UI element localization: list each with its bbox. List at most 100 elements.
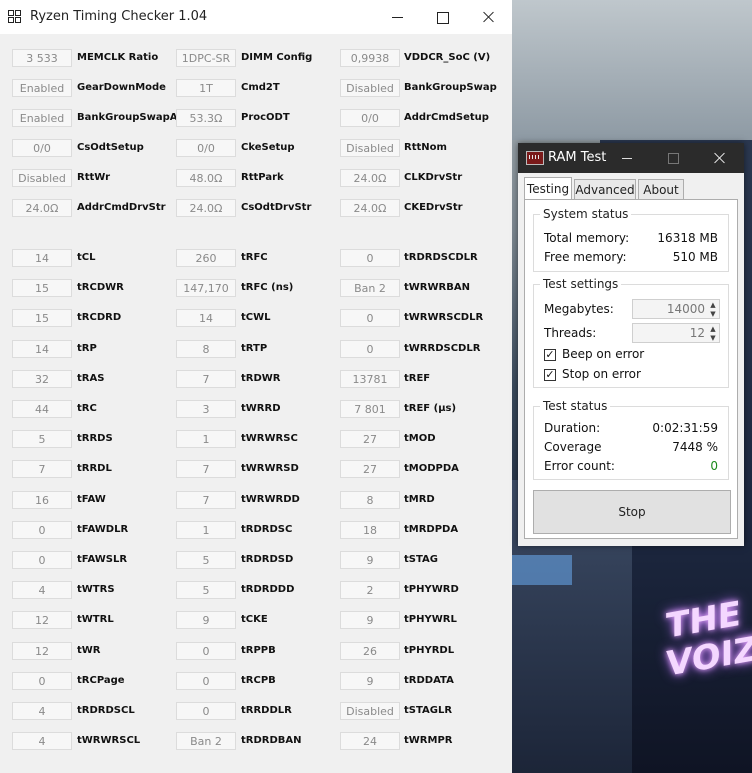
trrds-value-field[interactable]: 5 <box>12 430 72 449</box>
tmodpda-value-field[interactable]: 27 <box>340 460 400 479</box>
twrwrscdlr-value-field[interactable]: 0 <box>340 309 400 328</box>
coverage-label: Coverage <box>544 440 602 454</box>
tmod-value-field[interactable]: 27 <box>340 430 400 449</box>
title-bar[interactable]: Ryzen Timing Checker 1.04 <box>0 0 512 34</box>
bankgroupswapalt-value-field[interactable]: Enabled <box>12 109 72 127</box>
addrcmdsetup-value-field[interactable]: 0/0 <box>340 109 400 127</box>
twtrl-value-field[interactable]: 12 <box>12 611 72 630</box>
ram-maximize-button[interactable] <box>668 153 679 164</box>
tcke-value-field[interactable]: 9 <box>176 611 236 630</box>
csodtsetup-value-field[interactable]: 0/0 <box>12 139 72 157</box>
geardownmode-value-field[interactable]: Enabled <box>12 79 72 97</box>
twrwrsc-value-field[interactable]: 1 <box>176 430 236 449</box>
trtp-value-field[interactable]: 8 <box>176 339 236 358</box>
ram-minimize-button[interactable] <box>622 158 632 159</box>
trfc-ns-value-field[interactable]: 147,170 <box>176 279 236 298</box>
tphyrdl-value-field[interactable]: 26 <box>340 641 400 660</box>
bankgroupswap-value-field[interactable]: Disabled <box>340 79 400 97</box>
rttnom-value-field[interactable]: Disabled <box>340 139 400 157</box>
rttwr-value-field[interactable]: Disabled <box>12 169 72 187</box>
beep-on-error-checkbox[interactable]: ✓ <box>544 349 556 361</box>
cmd2t-value-field[interactable]: 1T <box>176 79 236 97</box>
twrwrban-value-field[interactable]: Ban 2 <box>340 279 400 298</box>
csodtdrvstr-value-field[interactable]: 24.0Ω <box>176 199 236 217</box>
trdrddd-value-field[interactable]: 5 <box>176 581 236 600</box>
twrmpr-value-field[interactable]: 24 <box>340 732 400 751</box>
trrdl-value-field[interactable]: 7 <box>12 460 72 479</box>
trc-value-field[interactable]: 44 <box>12 400 72 418</box>
trdrdscl-value-field[interactable]: 4 <box>12 702 72 720</box>
dimm-config-label: DIMM Config <box>241 52 313 63</box>
stop-button[interactable]: Stop <box>533 490 731 534</box>
tmrdpda-label: tMRDPDA <box>404 523 459 535</box>
tstaglr-value-field[interactable]: Disabled <box>340 702 400 720</box>
twr-value-field[interactable]: 12 <box>12 641 72 660</box>
beep-on-error-label[interactable]: Beep on error <box>562 347 644 361</box>
tcwl-value-field[interactable]: 14 <box>176 309 236 328</box>
tab-advanced[interactable]: Advanced <box>574 179 636 199</box>
twrwrscl-label: tWRWRSCL <box>77 735 141 747</box>
threads-input[interactable]: 12 ▲ ▼ <box>632 323 720 343</box>
tfawslr-value-field[interactable]: 0 <box>12 551 72 569</box>
ckesetup-value-field[interactable]: 0/0 <box>176 139 236 157</box>
twrrd-value-field[interactable]: 3 <box>176 400 236 418</box>
trcdrd-value-field[interactable]: 15 <box>12 309 72 328</box>
megabytes-input[interactable]: 14000 ▲ ▼ <box>632 299 720 319</box>
twrwrsd-value-field[interactable]: 7 <box>176 460 236 479</box>
trfc-value-field[interactable]: 260 <box>176 249 236 267</box>
stop-on-error-label[interactable]: Stop on error <box>562 367 641 381</box>
spin-up-icon[interactable]: ▲ <box>709 301 717 309</box>
trddata-value-field[interactable]: 9 <box>340 671 400 690</box>
tphywrl-value-field[interactable]: 9 <box>340 611 400 630</box>
twtrs-value-field[interactable]: 4 <box>12 581 72 600</box>
tfaw-value-field[interactable]: 16 <box>12 490 72 509</box>
maximize-button[interactable] <box>420 0 466 34</box>
spin-down-icon[interactable]: ▼ <box>709 334 717 342</box>
tras-value-field[interactable]: 32 <box>12 369 72 388</box>
trdrdsc-label: tRDRDSC <box>241 523 293 535</box>
twrwrscl-value-field[interactable]: 4 <box>12 732 72 751</box>
tab-testing[interactable]: Testing <box>524 177 572 199</box>
tstag-value-field[interactable]: 9 <box>340 551 400 569</box>
spin-up-icon[interactable]: ▲ <box>709 325 717 333</box>
minimize-button[interactable] <box>374 0 420 34</box>
trppb-value-field[interactable]: 0 <box>176 641 236 660</box>
twrrdscdlr-value-field[interactable]: 0 <box>340 339 400 358</box>
trdrdsc-value-field[interactable]: 1 <box>176 520 236 539</box>
rttpark-value-field[interactable]: 48.0Ω <box>176 169 236 187</box>
wallpaper-neon-light <box>512 555 572 585</box>
trcpb-value-field[interactable]: 0 <box>176 671 236 690</box>
trdrdban-label: tRDRDBAN <box>241 735 302 747</box>
trdwr-value-field[interactable]: 7 <box>176 369 236 388</box>
tfawdlr-value-field[interactable]: 0 <box>12 520 72 539</box>
tmrdpda-value-field[interactable]: 18 <box>340 520 400 539</box>
tmrd-value-field[interactable]: 8 <box>340 490 400 509</box>
trdrdban-value-field[interactable]: Ban 2 <box>176 732 236 751</box>
minimize-icon <box>392 17 403 18</box>
ram-test-title-bar[interactable]: RAM Test <box>518 143 744 173</box>
addrcmddrvstr-value-field[interactable]: 24.0Ω <box>12 199 72 217</box>
procodt-value-field[interactable]: 53.3Ω <box>176 109 236 127</box>
trdrdsd-value-field[interactable]: 5 <box>176 551 236 569</box>
trcpage-value-field[interactable]: 0 <box>12 671 72 690</box>
error-count-label: Error count: <box>544 459 615 473</box>
dimm-config-value-field[interactable]: 1DPC-SR <box>176 49 236 67</box>
twrwrdd-value-field[interactable]: 7 <box>176 490 236 509</box>
vddcr-soc-v-value-field[interactable]: 0,9938 <box>340 49 400 67</box>
stop-on-error-checkbox[interactable]: ✓ <box>544 369 556 381</box>
tab-about[interactable]: About <box>638 179 684 199</box>
ckedrvstr-value-field[interactable]: 24.0Ω <box>340 199 400 217</box>
tref-value-field[interactable]: 13781 <box>340 369 400 388</box>
spin-down-icon[interactable]: ▼ <box>709 310 717 318</box>
clkdrvstr-value-field[interactable]: 24.0Ω <box>340 169 400 187</box>
tref-s-value-field[interactable]: 7 801 <box>340 400 400 418</box>
tphywrd-value-field[interactable]: 2 <box>340 581 400 600</box>
close-button[interactable] <box>466 0 512 34</box>
memclk-ratio-value-field[interactable]: 3 533 <box>12 49 72 67</box>
trdrdscdlr-value-field[interactable]: 0 <box>340 249 400 267</box>
trcdwr-value-field[interactable]: 15 <box>12 279 72 298</box>
trrddlr-value-field[interactable]: 0 <box>176 702 236 720</box>
tcl-value-field[interactable]: 14 <box>12 249 72 267</box>
trp-value-field[interactable]: 14 <box>12 339 72 358</box>
twrwrscdlr-label: tWRWRSCDLR <box>404 312 484 324</box>
